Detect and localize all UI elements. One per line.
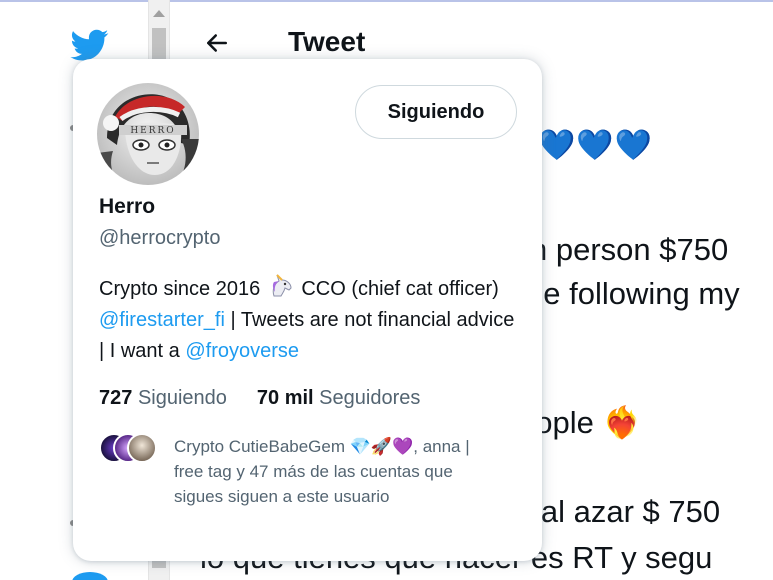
tweet-text-fragment: n person $750 xyxy=(530,232,729,267)
profile-avatar[interactable]: HERRO xyxy=(97,83,199,185)
profile-display-name[interactable]: Herro xyxy=(99,195,155,219)
background-avatar[interactable] xyxy=(72,572,108,580)
tweet-text-fragment: 💙💙💙 xyxy=(538,129,654,162)
following-count-link[interactable]: 727 Siguiendo xyxy=(99,387,227,410)
avatar-image: HERRO xyxy=(97,83,199,185)
mutual-followers-text[interactable]: Crypto CutieBabeGem 💎🚀💜, anna | free tag… xyxy=(174,434,494,509)
scroll-up-arrow-icon[interactable] xyxy=(153,10,165,17)
profile-handle[interactable]: @herrocrypto xyxy=(99,227,220,250)
page-title: Tweet xyxy=(288,26,366,57)
following-count: 727 xyxy=(99,387,133,409)
profile-stats: 727 Siguiendo 70 mil Seguidores xyxy=(99,387,420,410)
unicorn-icon xyxy=(272,274,292,297)
bio-text: Crypto since 2016 xyxy=(99,278,266,300)
bio-mention-link[interactable]: @firestarter_fi xyxy=(99,309,225,331)
following-label: Siguiendo xyxy=(137,387,227,409)
tweet-text-fragment: be following my xyxy=(526,276,740,311)
followers-count: 70 mil xyxy=(256,387,314,409)
window-top-border xyxy=(0,0,773,2)
tweet-text-fragment: a al azar $ 750 xyxy=(515,494,721,529)
back-arrow-icon[interactable] xyxy=(202,28,232,58)
bio-text: CCO (chief cat officer) xyxy=(295,278,499,300)
profile-hover-card: HERRO Siguiendo Herro @herrocrypto Crypt… xyxy=(73,59,542,561)
profile-bio: Crypto since 2016 CCO (chief cat officer… xyxy=(99,274,519,367)
followers-label: Seguidores xyxy=(319,387,421,409)
mutual-avatar xyxy=(127,433,157,463)
svg-text:HERRO: HERRO xyxy=(130,126,175,136)
followers-count-link[interactable]: 70 mil Seguidores xyxy=(257,387,420,410)
bio-mention-link[interactable]: @froyoverse xyxy=(185,340,299,362)
following-button[interactable]: Siguiendo xyxy=(355,85,517,139)
mutual-followers-avatars[interactable] xyxy=(99,433,159,465)
